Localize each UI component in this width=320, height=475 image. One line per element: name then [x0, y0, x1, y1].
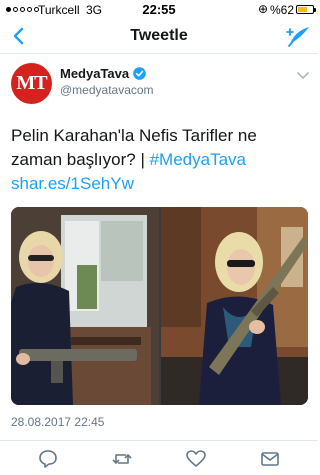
share-icon — [261, 452, 279, 466]
chevron-down-icon[interactable] — [296, 71, 310, 81]
hashtag-link[interactable]: #MedyaTava — [150, 150, 246, 169]
like-icon — [186, 450, 206, 467]
tweet-action-bar — [0, 440, 318, 475]
compose-tweet-icon — [286, 27, 309, 47]
avatar[interactable]: MT — [11, 63, 52, 104]
reply-button[interactable] — [37, 449, 59, 469]
author-handle[interactable]: @medyatavacom — [60, 83, 154, 97]
battery-level-fill — [298, 7, 307, 12]
navigation-bar: Tweetle — [0, 20, 318, 54]
author-row: MedyaTava — [60, 66, 146, 81]
url-link[interactable]: shar.es/1SehYw — [11, 174, 134, 193]
tweet-timestamp: 28.08.2017 22:45 — [11, 415, 105, 429]
tweet-text: Pelin Karahan'la Nefis Tarifler ne zaman… — [11, 124, 311, 196]
retweet-icon — [112, 454, 132, 464]
verified-badge-icon — [133, 67, 146, 80]
battery-percentage: %62 — [270, 3, 295, 17]
alarm-icon: ⊕ — [258, 2, 269, 16]
page-title: Tweetle — [130, 27, 188, 44]
photo-image — [11, 207, 308, 405]
tweet-detail: MT MedyaTava @medyatavacom Pelin Karahan… — [0, 55, 318, 440]
compose-tweet-button[interactable] — [284, 24, 312, 50]
tweet-photo[interactable] — [11, 207, 308, 405]
status-bar: Turkcell 3G 22:55 ⊕ %62 — [0, 0, 318, 20]
share-button[interactable] — [259, 449, 281, 469]
like-button[interactable] — [185, 449, 207, 469]
reply-icon — [39, 450, 57, 468]
author-name[interactable]: MedyaTava — [60, 66, 129, 81]
battery-icon — [296, 5, 316, 14]
retweet-button[interactable] — [111, 449, 133, 469]
